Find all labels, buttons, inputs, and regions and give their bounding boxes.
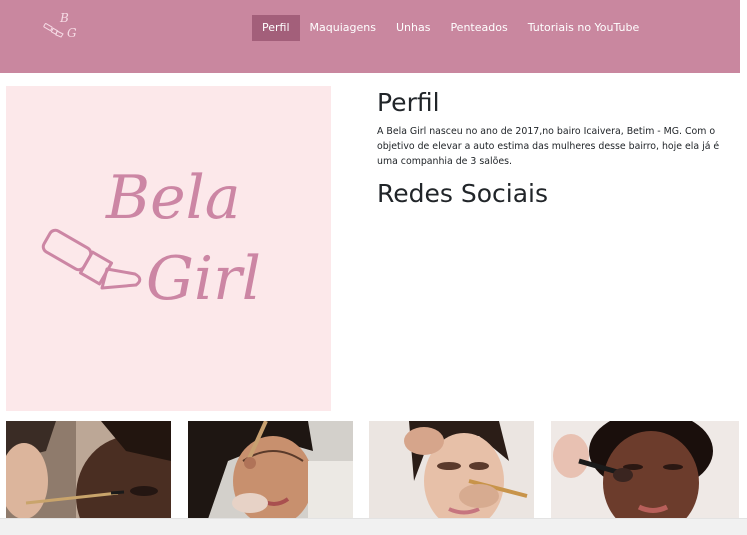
gallery-photo-eyeliner[interactable]: [6, 421, 171, 519]
profile-title: Perfil: [377, 88, 440, 117]
hero-logo-line2: Girl: [146, 244, 261, 314]
lipstick-icon: [43, 23, 64, 38]
hero-logo-line1: Bela: [105, 163, 241, 233]
main-nav: Perfil Maquiagens Unhas Penteados Tutori…: [252, 15, 649, 41]
gallery-photo-cheek-brush[interactable]: [551, 421, 739, 519]
profile-description: A Bela Girl nasceu no ano de 2017,no bai…: [377, 126, 720, 167]
brand-letter-g: G: [67, 26, 77, 40]
photo-gallery: [6, 421, 739, 519]
nav-item-perfil[interactable]: Perfil: [252, 15, 300, 41]
brand-logo[interactable]: B G: [40, 8, 82, 44]
hero-logo-image: Bela Girl: [6, 86, 331, 411]
profile-section: Perfil A Bela Girl nasceu no ano de 2017…: [377, 88, 737, 209]
nav-item-maquiagens[interactable]: Maquiagens: [300, 15, 386, 41]
social-title: Redes Sociais: [377, 179, 548, 208]
nav-item-unhas[interactable]: Unhas: [386, 15, 440, 41]
gallery-photo-blush[interactable]: [188, 421, 353, 519]
lipstick-icon: [41, 228, 142, 290]
gallery-photo-eyeshadow[interactable]: [369, 421, 534, 519]
nav-item-penteados[interactable]: Penteados: [440, 15, 517, 41]
nav-item-tutoriais-youtube[interactable]: Tutoriais no YouTube: [518, 15, 650, 41]
brand-letter-b: B: [59, 11, 69, 25]
navbar: B G Perfil Maquiagens Unhas Penteados Tu…: [0, 0, 740, 73]
horizontal-scrollbar[interactable]: [0, 518, 747, 535]
